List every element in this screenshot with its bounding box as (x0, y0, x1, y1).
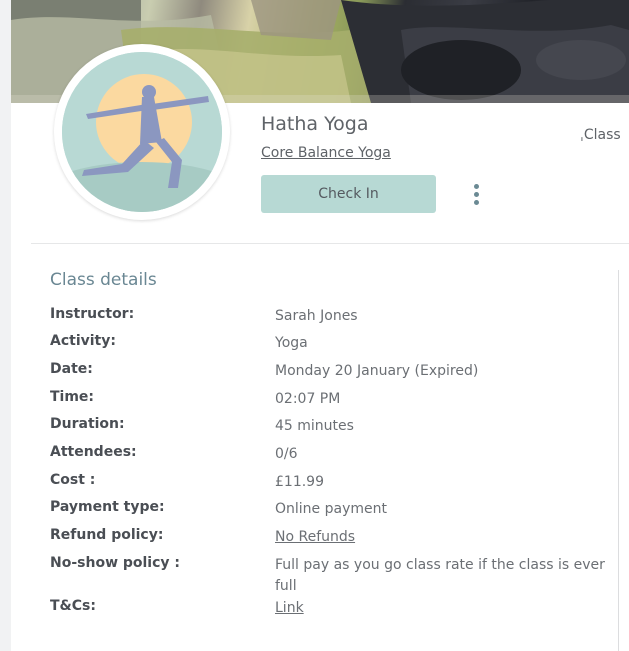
detail-value: Sarah Jones (275, 308, 358, 324)
left-border (0, 0, 11, 651)
detail-label: No-show policy : (50, 555, 181, 571)
detail-label: Instructor: (50, 306, 135, 322)
panel-border (618, 270, 619, 651)
detail-value: 0/6 (275, 446, 298, 462)
detail-label: Activity: (50, 333, 116, 349)
detail-value: 45 minutes (275, 418, 354, 434)
studio-link[interactable]: Core Balance Yoga (261, 145, 391, 161)
class-avatar (54, 44, 230, 220)
class-title: Hatha Yoga (261, 113, 369, 135)
detail-value: £11.99 (275, 474, 324, 490)
detail-label: Payment type: (50, 499, 165, 515)
divider (31, 243, 629, 244)
detail-value: Monday 20 January (Expired) (275, 363, 479, 379)
class-tag: ˌClass (580, 127, 621, 143)
detail-label: T&Cs: (50, 598, 96, 614)
check-in-label: Check In (318, 186, 379, 202)
detail-label: Time: (50, 389, 95, 405)
detail-label: Cost : (50, 472, 96, 488)
detail-label: Attendees: (50, 444, 137, 460)
check-in-button[interactable]: Check In (261, 175, 436, 213)
detail-label: Date: (50, 361, 93, 377)
detail-value: 02:07 PM (275, 391, 341, 407)
refund-policy-link[interactable]: No Refunds (275, 527, 605, 548)
terms-link[interactable]: Link (275, 598, 605, 619)
detail-value: Yoga (275, 335, 308, 351)
detail-value: Online payment (275, 501, 387, 517)
more-options-icon[interactable] (468, 180, 484, 208)
yoga-pose-icon (62, 52, 222, 212)
detail-label: Refund policy: (50, 527, 164, 543)
detail-value: Full pay as you go class rate if the cla… (275, 557, 605, 594)
detail-label: Duration: (50, 416, 125, 432)
class-details-heading: Class details (50, 270, 157, 290)
